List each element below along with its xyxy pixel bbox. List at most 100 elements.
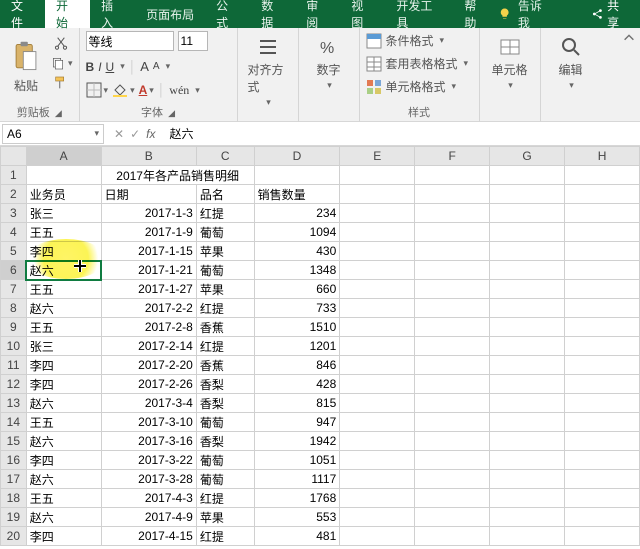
cell[interactable]: 李四: [26, 375, 101, 394]
cell[interactable]: [565, 242, 640, 261]
cell[interactable]: [340, 242, 415, 261]
format-as-table-button[interactable]: 套用表格格式▾: [366, 54, 473, 73]
tab-page-layout[interactable]: 页面布局: [135, 0, 205, 28]
fill-color-button[interactable]: ▾: [112, 82, 135, 98]
cell[interactable]: 赵六: [26, 470, 101, 489]
cell[interactable]: 李四: [26, 527, 101, 546]
col-header-D[interactable]: D: [254, 147, 340, 166]
cell[interactable]: 2017-1-9: [101, 223, 196, 242]
format-painter-button[interactable]: [50, 75, 73, 91]
cell[interactable]: [565, 451, 640, 470]
cell[interactable]: [490, 394, 565, 413]
cell[interactable]: [415, 508, 490, 527]
row-header[interactable]: 20: [1, 527, 27, 546]
cell[interactable]: [340, 356, 415, 375]
copy-button[interactable]: ▾: [50, 55, 73, 71]
cell[interactable]: 香蕉: [196, 356, 254, 375]
row-header[interactable]: 7: [1, 280, 27, 299]
cell[interactable]: 红提: [196, 489, 254, 508]
cell[interactable]: [490, 185, 565, 204]
cell[interactable]: [490, 261, 565, 280]
cell[interactable]: [565, 261, 640, 280]
cell[interactable]: 2017-4-15: [101, 527, 196, 546]
cell[interactable]: [340, 489, 415, 508]
cell[interactable]: 王五: [26, 318, 101, 337]
cell[interactable]: 1051: [254, 451, 340, 470]
fx-button[interactable]: fx: [146, 127, 155, 141]
cell[interactable]: [415, 356, 490, 375]
cell[interactable]: [415, 527, 490, 546]
cell[interactable]: [340, 375, 415, 394]
cell[interactable]: 香梨: [196, 375, 254, 394]
cell[interactable]: 1094: [254, 223, 340, 242]
cell[interactable]: [490, 413, 565, 432]
cell[interactable]: [415, 413, 490, 432]
bold-button[interactable]: B: [86, 60, 95, 74]
cell[interactable]: [565, 299, 640, 318]
cell[interactable]: 428: [254, 375, 340, 394]
cell[interactable]: [490, 432, 565, 451]
cell[interactable]: 赵六: [26, 299, 101, 318]
cell[interactable]: [565, 508, 640, 527]
cell[interactable]: 张三: [26, 337, 101, 356]
cell[interactable]: 1942: [254, 432, 340, 451]
cell[interactable]: [565, 356, 640, 375]
cell[interactable]: [565, 470, 640, 489]
tab-view[interactable]: 视图: [340, 0, 385, 28]
enter-formula-button[interactable]: ✓: [130, 127, 140, 141]
cell[interactable]: [490, 280, 565, 299]
cell[interactable]: [340, 337, 415, 356]
cell[interactable]: [490, 527, 565, 546]
col-header-A[interactable]: A: [26, 147, 101, 166]
cell[interactable]: 947: [254, 413, 340, 432]
cell[interactable]: [415, 318, 490, 337]
cell[interactable]: [490, 508, 565, 527]
cell[interactable]: 红提: [196, 337, 254, 356]
cell[interactable]: [340, 185, 415, 204]
cell[interactable]: [565, 375, 640, 394]
row-header[interactable]: 9: [1, 318, 27, 337]
cell[interactable]: [26, 166, 101, 185]
name-box[interactable]: A6 ▾: [2, 124, 104, 144]
cell[interactable]: 2017-1-15: [101, 242, 196, 261]
cell[interactable]: [415, 223, 490, 242]
row-header[interactable]: 14: [1, 413, 27, 432]
cell[interactable]: [340, 451, 415, 470]
cell[interactable]: 苹果: [196, 280, 254, 299]
cell[interactable]: [490, 166, 565, 185]
cell[interactable]: 赵六: [26, 508, 101, 527]
tab-home[interactable]: 开始: [45, 0, 90, 28]
cell[interactable]: 846: [254, 356, 340, 375]
share-button[interactable]: 共享: [591, 0, 630, 31]
row-header[interactable]: 13: [1, 394, 27, 413]
cell[interactable]: 李四: [26, 356, 101, 375]
cell[interactable]: 王五: [26, 489, 101, 508]
cell[interactable]: 葡萄: [196, 261, 254, 280]
col-header-E[interactable]: E: [340, 147, 415, 166]
cell[interactable]: [340, 413, 415, 432]
cell[interactable]: 1117: [254, 470, 340, 489]
cut-button[interactable]: [50, 35, 73, 51]
cell[interactable]: [415, 337, 490, 356]
cell[interactable]: 李四: [26, 242, 101, 261]
conditional-format-button[interactable]: 条件格式▾: [366, 31, 473, 50]
cell[interactable]: 品名: [196, 185, 254, 204]
cell[interactable]: 葡萄: [196, 413, 254, 432]
cell[interactable]: 1201: [254, 337, 340, 356]
cell[interactable]: [565, 413, 640, 432]
underline-button[interactable]: U: [106, 60, 115, 74]
cell[interactable]: 李四: [26, 451, 101, 470]
cell[interactable]: [415, 280, 490, 299]
cell[interactable]: [565, 489, 640, 508]
collapse-ribbon-button[interactable]: [622, 31, 636, 48]
row-header[interactable]: 16: [1, 451, 27, 470]
cell[interactable]: 香梨: [196, 432, 254, 451]
row-header[interactable]: 4: [1, 223, 27, 242]
cell[interactable]: [565, 185, 640, 204]
cell[interactable]: [415, 185, 490, 204]
cell[interactable]: [565, 432, 640, 451]
number-format-button[interactable]: % 数字 ▾: [305, 31, 353, 91]
tab-help[interactable]: 帮助: [453, 0, 498, 28]
cell[interactable]: [254, 166, 340, 185]
cell[interactable]: [340, 470, 415, 489]
